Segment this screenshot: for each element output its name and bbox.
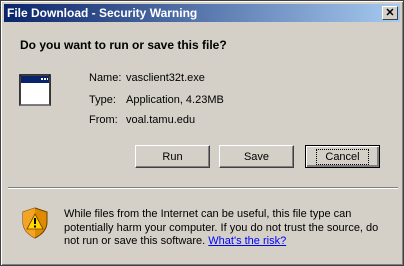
cancel-button-label: Cancel (316, 148, 369, 165)
close-button[interactable]: ✕ (382, 6, 398, 20)
run-button[interactable]: Run (135, 145, 210, 168)
run-button-label: Run (162, 150, 183, 163)
security-shield-warning-icon (22, 207, 48, 239)
window-title: File Download - Security Warning (7, 6, 198, 20)
application-window-icon (19, 74, 51, 106)
save-button[interactable]: Save (219, 145, 294, 168)
dialog-question: Do you want to run or save this file? (20, 38, 227, 52)
save-button-label: Save (243, 150, 270, 163)
whats-the-risk-link[interactable]: What's the risk? (208, 235, 286, 247)
from-value: voal.tamu.edu (126, 114, 196, 126)
close-icon: ✕ (385, 6, 395, 19)
security-warning-text: While files from the Internet can be use… (64, 208, 394, 249)
file-download-dialog: File Download - Security Warning ✕ Do yo… (0, 0, 404, 266)
title-bar[interactable]: File Download - Security Warning ✕ (4, 4, 400, 22)
cancel-button[interactable]: Cancel (305, 145, 380, 168)
from-label: From: (89, 114, 118, 126)
type-label: Type: (89, 94, 116, 106)
name-label: Name: (89, 72, 122, 84)
type-value: Application, 4.23MB (126, 94, 224, 106)
name-value: vasclient32t.exe (126, 72, 205, 84)
